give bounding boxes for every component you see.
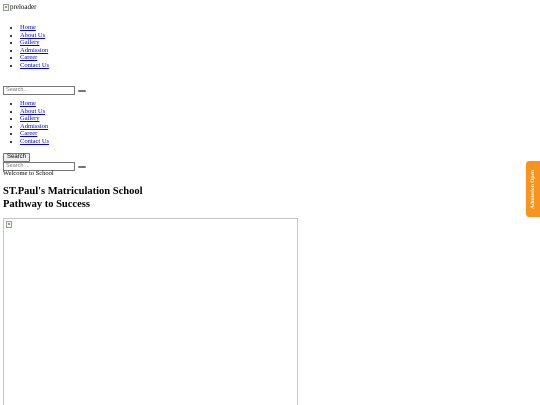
nav-item-gallery: Gallery [20, 115, 49, 123]
nav-link-career[interactable]: Career [20, 54, 37, 61]
page: preloader Home About Us Gallery Admissio… [0, 0, 540, 405]
nav-link-admission[interactable]: Admission [20, 47, 48, 54]
nav-item-home: Home [20, 24, 49, 32]
nav-link-contact[interactable]: Contact Us [20, 138, 49, 145]
preloader-alt-text: preloader [10, 3, 37, 11]
nav-item-home: Home [20, 100, 49, 108]
secondary-nav: Home About Us Gallery Admission Career C… [20, 100, 49, 146]
admission-open-label: Admission Open [530, 169, 536, 209]
primary-search [3, 86, 86, 95]
hero-image [3, 218, 298, 405]
search-submit-button[interactable] [78, 89, 86, 92]
nav-link-home[interactable]: Home [20, 100, 36, 107]
broken-image-icon [6, 221, 12, 228]
nav-link-gallery[interactable]: Gallery [20, 39, 40, 46]
search-input[interactable] [3, 86, 75, 95]
search-button[interactable]: Search [3, 153, 31, 162]
nav-item-gallery: Gallery [20, 39, 49, 47]
nav-link-gallery[interactable]: Gallery [20, 115, 40, 122]
preloader-image: preloader [3, 3, 36, 11]
nav-item-about: About Us [20, 108, 49, 116]
admission-open-tab[interactable]: Admission Open [526, 161, 540, 217]
school-name: ST.Paul's Matriculation School [3, 186, 143, 197]
tagline: Pathway to Success [3, 198, 90, 210]
nav-link-contact[interactable]: Contact Us [20, 62, 49, 69]
primary-nav: Home About Us Gallery Admission Career C… [20, 24, 49, 70]
nav-link-admission[interactable]: Admission [20, 123, 48, 130]
nav-item-admission: Admission [20, 47, 49, 55]
nav-item-career: Career [20, 54, 49, 62]
nav-link-about[interactable]: About Us [20, 32, 45, 39]
nav-item-contact: Contact Us [20, 62, 49, 70]
welcome-text: Welcome to School [3, 170, 54, 177]
broken-image-icon [3, 3, 9, 11]
nav-item-contact: Contact Us [20, 138, 49, 146]
nav-item-admission: Admission [20, 123, 49, 131]
page-title: ST.Paul's Matriculation School Pathway t… [3, 186, 143, 211]
nav-link-career[interactable]: Career [20, 130, 37, 137]
nav-item-about: About Us [20, 32, 49, 40]
search-submit-button[interactable] [78, 165, 86, 168]
nav-link-home[interactable]: Home [20, 24, 36, 31]
nav-link-about[interactable]: About Us [20, 108, 45, 115]
nav-item-career: Career [20, 130, 49, 138]
